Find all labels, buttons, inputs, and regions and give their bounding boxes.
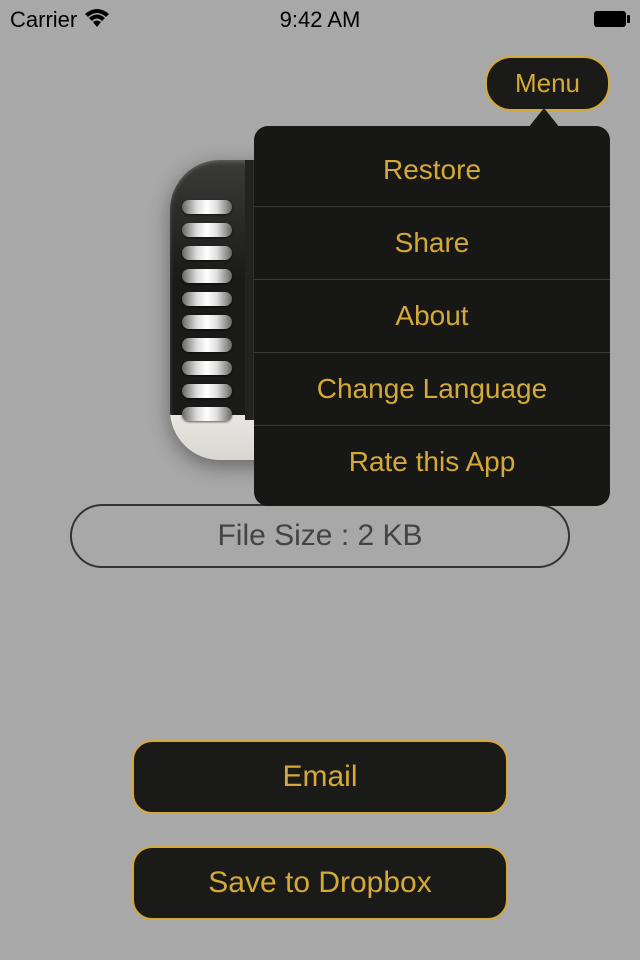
wifi-icon: [85, 7, 109, 33]
status-right: [594, 7, 630, 33]
menu-item-share[interactable]: Share: [254, 207, 610, 280]
menu-button-label: Menu: [515, 68, 580, 98]
dropbox-button-label: Save to Dropbox: [208, 866, 431, 900]
carrier-label: Carrier: [10, 7, 77, 33]
menu-popover: Restore Share About Change Language Rate…: [254, 126, 610, 506]
status-bar: Carrier 9:42 AM: [0, 0, 640, 40]
spiral-binding-icon: [182, 200, 232, 430]
status-time: 9:42 AM: [280, 7, 361, 33]
file-size-display: File Size : 2 KB: [70, 504, 570, 568]
file-size-label: File Size : 2 KB: [217, 519, 422, 553]
menu-item-restore[interactable]: Restore: [254, 134, 610, 207]
battery-icon: [594, 7, 630, 33]
menu-item-change-language[interactable]: Change Language: [254, 353, 610, 426]
save-to-dropbox-button[interactable]: Save to Dropbox: [132, 846, 508, 920]
menu-item-rate-app[interactable]: Rate this App: [254, 426, 610, 498]
menu-button[interactable]: Menu: [485, 56, 610, 111]
status-left: Carrier: [10, 7, 109, 33]
popover-arrow-icon: [528, 108, 560, 128]
menu-item-about[interactable]: About: [254, 280, 610, 353]
email-button-label: Email: [282, 760, 357, 794]
email-button[interactable]: Email: [132, 740, 508, 814]
